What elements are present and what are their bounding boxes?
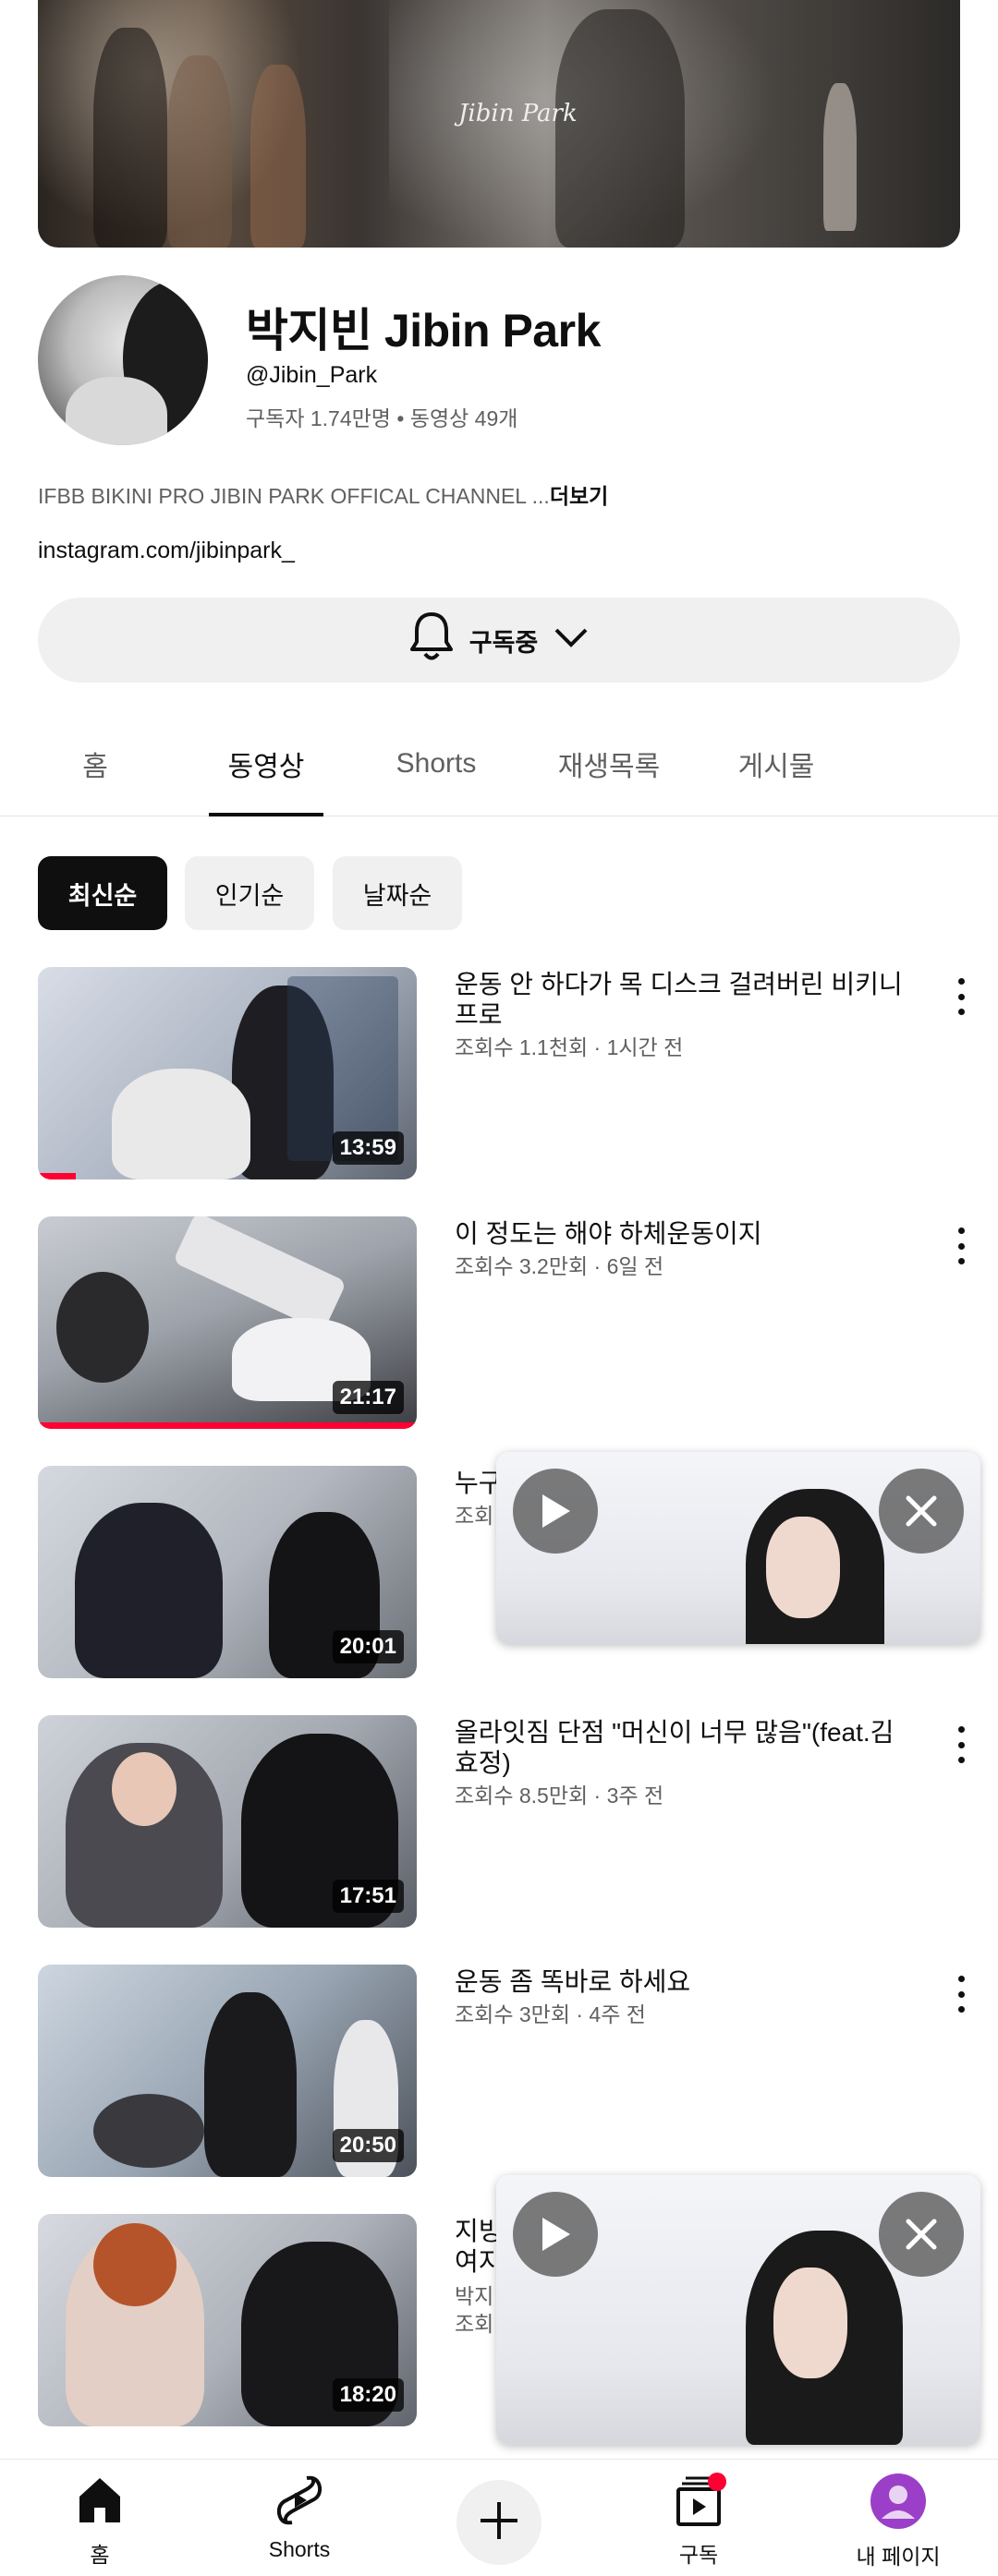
shorts-icon [272,2473,327,2532]
plus-icon [477,2498,521,2546]
video-title[interactable]: 올라잇짐 단점 "머신이 너무 많음"(feat.김효정) [455,1717,917,1778]
nav-shorts[interactable]: Shorts [225,2473,373,2574]
mini-player[interactable] [496,2175,980,2445]
more-options-icon[interactable] [944,978,978,1015]
channel-stats: 구독자 1.74만명 • 동영상 49개 [246,406,518,430]
channel-avatar[interactable] [38,275,208,445]
nav-home-label: 홈 [90,2543,110,2567]
banner-signature: Jibin Park [458,100,578,127]
description-more-link[interactable]: 더보기 [550,484,608,508]
nav-shorts-label: Shorts [268,2537,331,2561]
video-duration: 18:20 [332,2378,404,2412]
video-meta: 조회수 8.5만회 · 3주 전 [455,1784,664,1808]
subscribed-button[interactable]: 구독중 [38,598,960,683]
video-title[interactable]: 운동 안 하다가 목 디스크 걸려버린 비키니 프로 [455,969,917,1030]
video-meta: 조회 [455,2312,494,2336]
create-button[interactable] [456,2480,542,2565]
bottom-navigation: 홈 Shorts 구독 내 페이지 [0,2459,998,2576]
tab-videos[interactable]: 동영상 [209,711,323,816]
video-thumbnail[interactable]: 20:01 [38,1466,417,1678]
video-duration: 13:59 [332,1131,404,1165]
channel-description-text: IFBB BIKINI PRO JIBIN PARK OFFICAL CHANN… [38,484,550,508]
play-icon[interactable] [513,2192,598,2277]
video-duration: 20:50 [332,2129,404,2162]
video-thumbnail[interactable]: 18:20 [38,2214,417,2426]
video-meta: 조회수 3만회 · 4주 전 [455,2002,646,2026]
more-options-icon[interactable] [944,1726,978,1763]
video-item[interactable]: 20:50 운동 좀 똑바로 하세요 조회수 3만회 · 4주 전 [0,1965,998,2177]
channel-banner: Jibin Park [38,0,960,248]
video-item[interactable]: 21:17 이 정도는 해야 하체운동이지 조회수 3.2만회 · 6일 전 [0,1216,998,1429]
channel-link[interactable]: instagram.com/jibinpark_ [38,538,295,564]
chevron-down-icon [553,625,590,656]
video-thumbnail[interactable]: 17:51 [38,1715,417,1928]
video-meta: 조회 [455,1504,494,1528]
video-title[interactable]: 운동 좀 똑바로 하세요 [455,1966,917,1997]
video-channel: 박지 [455,2284,494,2308]
subscriptions-icon [669,2473,728,2532]
subscribed-label: 구독중 [469,628,539,657]
mini-player[interactable] [496,1452,980,1644]
video-meta: 조회수 1.1천회 · 1시간 전 [455,1035,684,1059]
video-duration: 17:51 [332,1880,404,1913]
watch-progress-bar [38,1422,417,1429]
profile-avatar-icon [870,2473,927,2534]
close-icon[interactable] [879,2192,964,2277]
tab-playlists[interactable]: 재생목록 [549,711,669,816]
tab-home[interactable]: 홈 [38,711,152,816]
channel-name: 박지빈 Jibin Park [246,305,601,357]
video-item[interactable]: 17:51 올라잇짐 단점 "머신이 너무 많음"(feat.김효정) 조회수 … [0,1715,998,1928]
nav-subscriptions-label: 구독 [678,2543,719,2567]
channel-handle: @Jibin_Park [246,362,378,388]
chip-oldest[interactable]: 날짜순 [333,856,462,930]
tab-posts[interactable]: 게시물 [719,711,834,816]
chip-popular[interactable]: 인기순 [185,856,314,930]
chip-latest[interactable]: 최신순 [38,856,167,930]
video-thumbnail[interactable]: 13:59 [38,967,417,1179]
home-icon [72,2473,128,2532]
bell-icon [408,611,455,671]
nav-home[interactable]: 홈 [26,2473,174,2574]
video-duration: 20:01 [332,1630,404,1663]
video-duration: 21:17 [332,1381,404,1414]
video-title[interactable]: 이 정도는 해야 하체운동이지 [455,1218,917,1249]
more-options-icon[interactable] [944,1228,978,1264]
video-thumbnail[interactable]: 20:50 [38,1965,417,2177]
nav-profile[interactable]: 내 페이지 [824,2473,972,2574]
close-icon[interactable] [879,1469,964,1554]
channel-description[interactable]: IFBB BIKINI PRO JIBIN PARK OFFICAL CHANN… [38,478,608,510]
nav-subscriptions[interactable]: 구독 [625,2473,773,2574]
video-meta: 조회수 3.2만회 · 6일 전 [455,1254,664,1278]
channel-tabs: 홈 동영상 Shorts 재생목록 게시물 [0,711,998,816]
watch-progress-bar [38,1173,76,1179]
nav-profile-label: 내 페이지 [856,2545,941,2569]
play-icon[interactable] [513,1469,598,1554]
video-item[interactable]: 13:59 운동 안 하다가 목 디스크 걸려버린 비키니 프로 조회수 1.1… [0,967,998,1179]
tab-shorts[interactable]: Shorts [379,711,493,816]
video-thumbnail[interactable]: 21:17 [38,1216,417,1429]
more-options-icon[interactable] [944,1976,978,2013]
